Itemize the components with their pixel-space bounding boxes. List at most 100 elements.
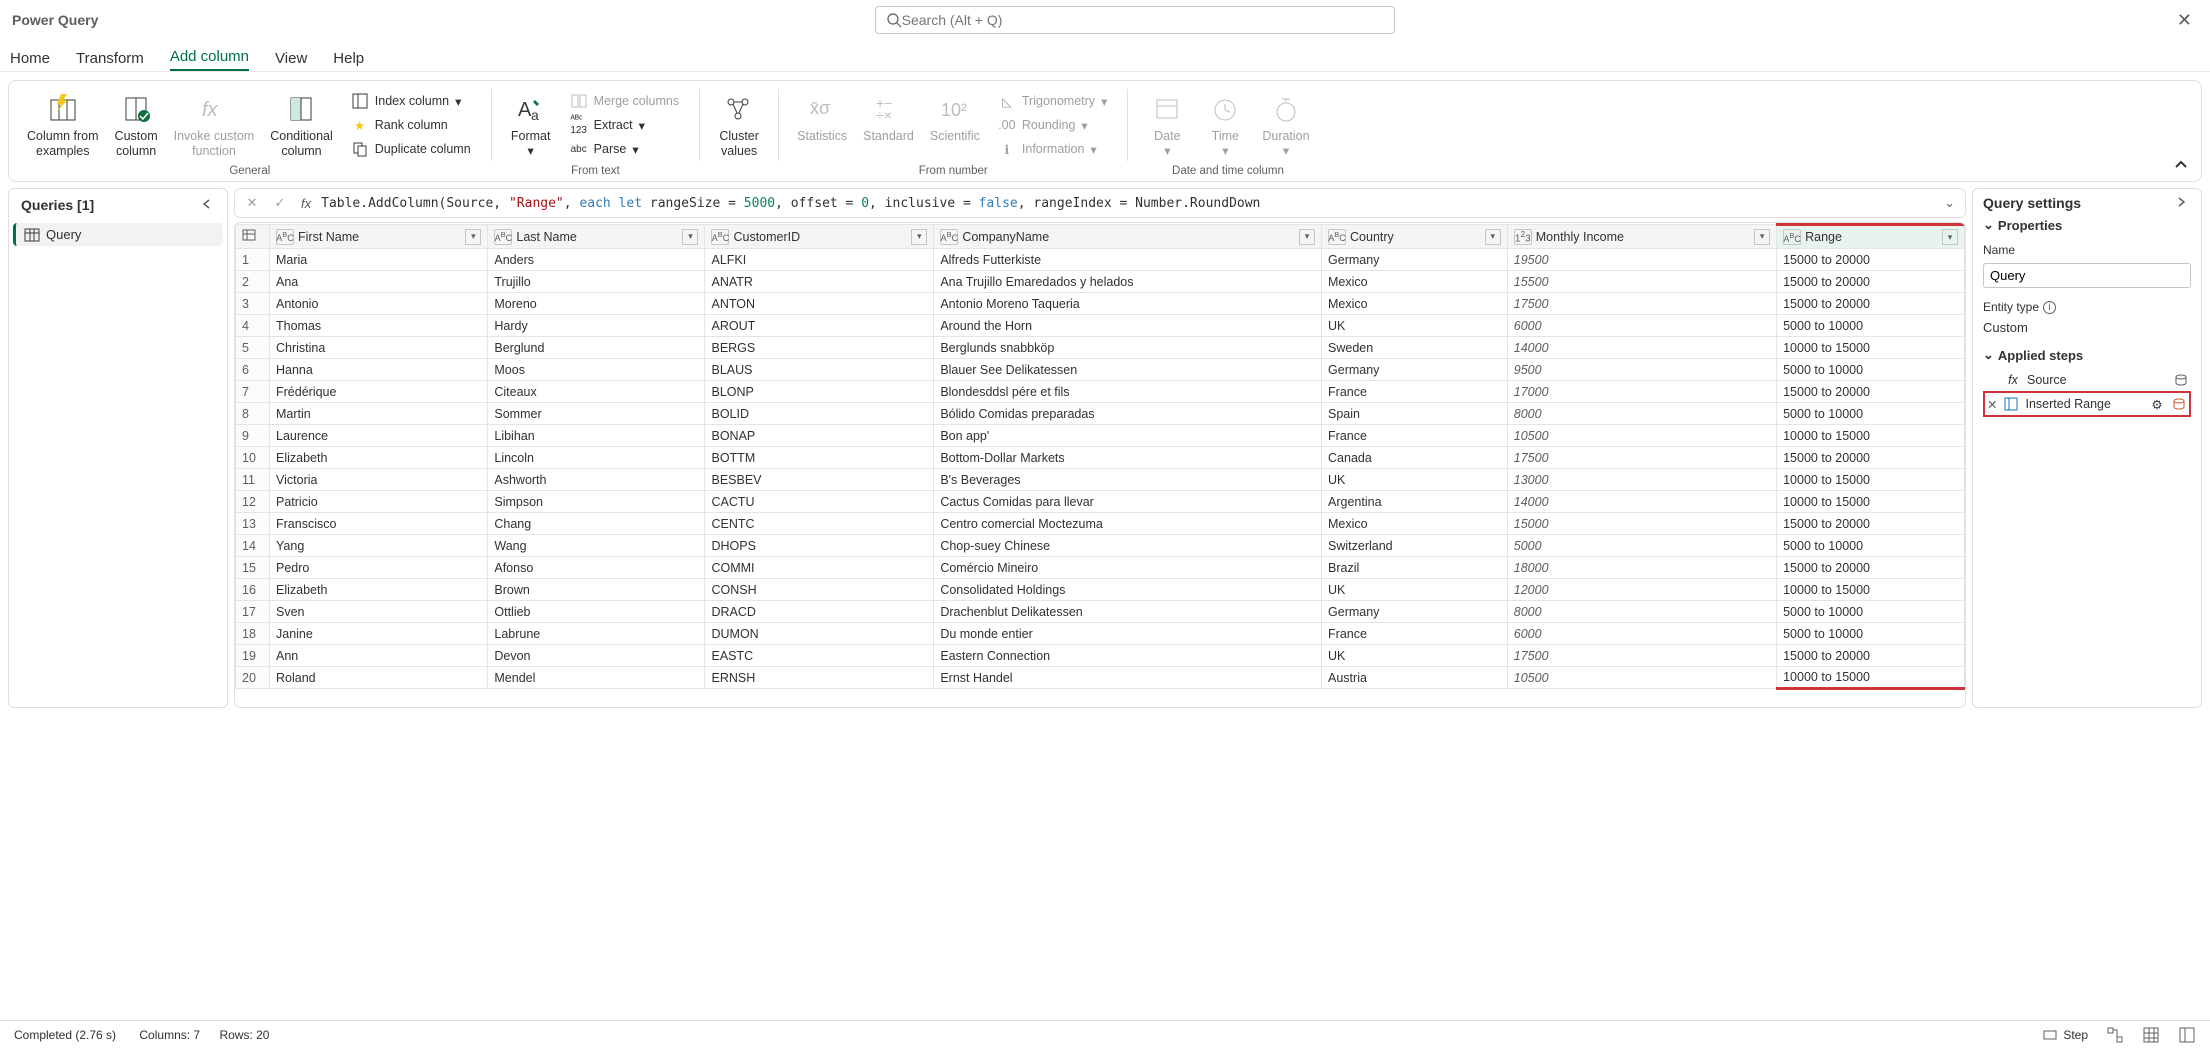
cell-last-name[interactable]: Moreno (488, 293, 705, 315)
cell-monthly-income[interactable]: 13000 (1507, 469, 1776, 491)
cell-customer-id[interactable]: DRACD (705, 601, 934, 623)
cell-country[interactable]: UK (1322, 645, 1508, 667)
cell-monthly-income[interactable]: 15500 (1507, 271, 1776, 293)
info-icon[interactable]: i (2043, 301, 2056, 314)
cell-first-name[interactable]: Frédérique (270, 381, 488, 403)
cell-customer-id[interactable]: BLAUS (705, 359, 934, 381)
table-row[interactable]: 18JanineLabruneDUMONDu monde entierFranc… (236, 623, 1965, 645)
type-icon[interactable]: ABC (1783, 229, 1801, 245)
tab-view[interactable]: View (275, 46, 307, 71)
row-number[interactable]: 3 (236, 293, 270, 315)
cell-range[interactable]: 10000 to 15000 (1777, 579, 1965, 601)
cell-last-name[interactable]: Afonso (488, 557, 705, 579)
cell-first-name[interactable]: Thomas (270, 315, 488, 337)
cell-range[interactable]: 15000 to 20000 (1777, 381, 1965, 403)
cell-company-name[interactable]: Bólido Comidas preparadas (934, 403, 1322, 425)
row-number[interactable]: 8 (236, 403, 270, 425)
cell-customer-id[interactable]: EASTC (705, 645, 934, 667)
cell-first-name[interactable]: Hanna (270, 359, 488, 381)
rank-column-button[interactable]: ★ Rank column (347, 113, 475, 137)
cell-customer-id[interactable]: BOTTM (705, 447, 934, 469)
query-item[interactable]: Query (13, 223, 223, 246)
cell-last-name[interactable]: Hardy (488, 315, 705, 337)
cell-first-name[interactable]: Laurence (270, 425, 488, 447)
formula-commit-button[interactable]: ✓ (269, 192, 291, 214)
cell-company-name[interactable]: Blauer See Delikatessen (934, 359, 1322, 381)
cell-country[interactable]: Germany (1322, 601, 1508, 623)
table-row[interactable]: 17SvenOttliebDRACDDrachenblut Delikatess… (236, 601, 1965, 623)
cell-customer-id[interactable]: BONAP (705, 425, 934, 447)
row-number[interactable]: 9 (236, 425, 270, 447)
cell-first-name[interactable]: Elizabeth (270, 579, 488, 601)
table-row[interactable]: 1MariaAndersALFKIAlfreds FutterkisteGerm… (236, 249, 1965, 271)
cell-customer-id[interactable]: BOLID (705, 403, 934, 425)
applied-steps-header[interactable]: ⌄ Applied steps (1983, 347, 2191, 363)
column-filter-button[interactable]: ▾ (682, 229, 698, 245)
cell-range[interactable]: 10000 to 15000 (1777, 337, 1965, 359)
cell-country[interactable]: Brazil (1322, 557, 1508, 579)
type-icon[interactable]: ABC (940, 229, 958, 245)
cell-company-name[interactable]: Eastern Connection (934, 645, 1322, 667)
row-number[interactable]: 13 (236, 513, 270, 535)
cell-company-name[interactable]: Alfreds Futterkiste (934, 249, 1322, 271)
cell-last-name[interactable]: Lincoln (488, 447, 705, 469)
row-number[interactable]: 18 (236, 623, 270, 645)
cell-first-name[interactable]: Christina (270, 337, 488, 359)
cell-country[interactable]: Spain (1322, 403, 1508, 425)
row-number[interactable]: 20 (236, 667, 270, 689)
column-filter-button[interactable]: ▾ (1299, 229, 1315, 245)
type-icon[interactable]: ABC (276, 229, 294, 245)
gear-icon[interactable]: ⚙ (2149, 396, 2165, 412)
table-row[interactable]: 13FransciscoChangCENTCCentro comercial M… (236, 513, 1965, 535)
cell-customer-id[interactable]: AROUT (705, 315, 934, 337)
cell-country[interactable]: France (1322, 425, 1508, 447)
cell-customer-id[interactable]: DHOPS (705, 535, 934, 557)
cell-monthly-income[interactable]: 6000 (1507, 315, 1776, 337)
cell-customer-id[interactable]: BLONP (705, 381, 934, 403)
table-row[interactable]: 16ElizabethBrownCONSHConsolidated Holdin… (236, 579, 1965, 601)
cell-last-name[interactable]: Libihan (488, 425, 705, 447)
cell-customer-id[interactable]: CONSH (705, 579, 934, 601)
table-row[interactable]: 11VictoriaAshworthBESBEVB's BeveragesUK1… (236, 469, 1965, 491)
cell-company-name[interactable]: B's Beverages (934, 469, 1322, 491)
row-number[interactable]: 2 (236, 271, 270, 293)
cell-customer-id[interactable]: DUMON (705, 623, 934, 645)
table-row[interactable]: 20RolandMendelERNSHErnst HandelAustria10… (236, 667, 1965, 689)
row-number[interactable]: 7 (236, 381, 270, 403)
tab-help[interactable]: Help (333, 46, 364, 71)
tab-home[interactable]: Home (10, 46, 50, 71)
applied-step-source[interactable]: fx Source (1983, 369, 2191, 391)
type-icon[interactable]: ABC (494, 229, 512, 245)
column-from-examples-button[interactable]: Column from examples (19, 89, 107, 161)
cell-customer-id[interactable]: COMMI (705, 557, 934, 579)
database-icon[interactable] (2171, 396, 2187, 412)
column-filter-button[interactable]: ▾ (911, 229, 927, 245)
format-button[interactable]: Aa Format▾ (502, 89, 560, 161)
cell-last-name[interactable]: Sommer (488, 403, 705, 425)
cell-customer-id[interactable]: CACTU (705, 491, 934, 513)
table-row[interactable]: 8MartinSommerBOLIDBólido Comidas prepara… (236, 403, 1965, 425)
cell-customer-id[interactable]: ANATR (705, 271, 934, 293)
cell-country[interactable]: Mexico (1322, 293, 1508, 315)
cell-range[interactable]: 15000 to 20000 (1777, 557, 1965, 579)
column-filter-button[interactable]: ▾ (465, 229, 481, 245)
cell-customer-id[interactable]: ALFKI (705, 249, 934, 271)
cell-last-name[interactable]: Trujillo (488, 271, 705, 293)
cell-country[interactable]: Germany (1322, 249, 1508, 271)
cell-range[interactable]: 15000 to 20000 (1777, 271, 1965, 293)
row-number[interactable]: 5 (236, 337, 270, 359)
query-name-input[interactable] (1983, 263, 2191, 288)
cell-monthly-income[interactable]: 10500 (1507, 425, 1776, 447)
applied-step-inserted-range[interactable]: ✕ Inserted Range ⚙ (1983, 391, 2191, 417)
cell-last-name[interactable]: Citeaux (488, 381, 705, 403)
cell-country[interactable]: Austria (1322, 667, 1508, 689)
row-number[interactable]: 10 (236, 447, 270, 469)
cell-company-name[interactable]: Comércio Mineiro (934, 557, 1322, 579)
cell-range[interactable]: 15000 to 20000 (1777, 513, 1965, 535)
table-row[interactable]: 2AnaTrujilloANATRAna Trujillo Emaredados… (236, 271, 1965, 293)
type-icon[interactable]: ABC (1328, 229, 1346, 245)
parse-button[interactable]: abc Parse ▾ (566, 137, 683, 161)
cell-range[interactable]: 5000 to 10000 (1777, 601, 1965, 623)
cell-range[interactable]: 15000 to 20000 (1777, 249, 1965, 271)
cell-first-name[interactable]: Martin (270, 403, 488, 425)
